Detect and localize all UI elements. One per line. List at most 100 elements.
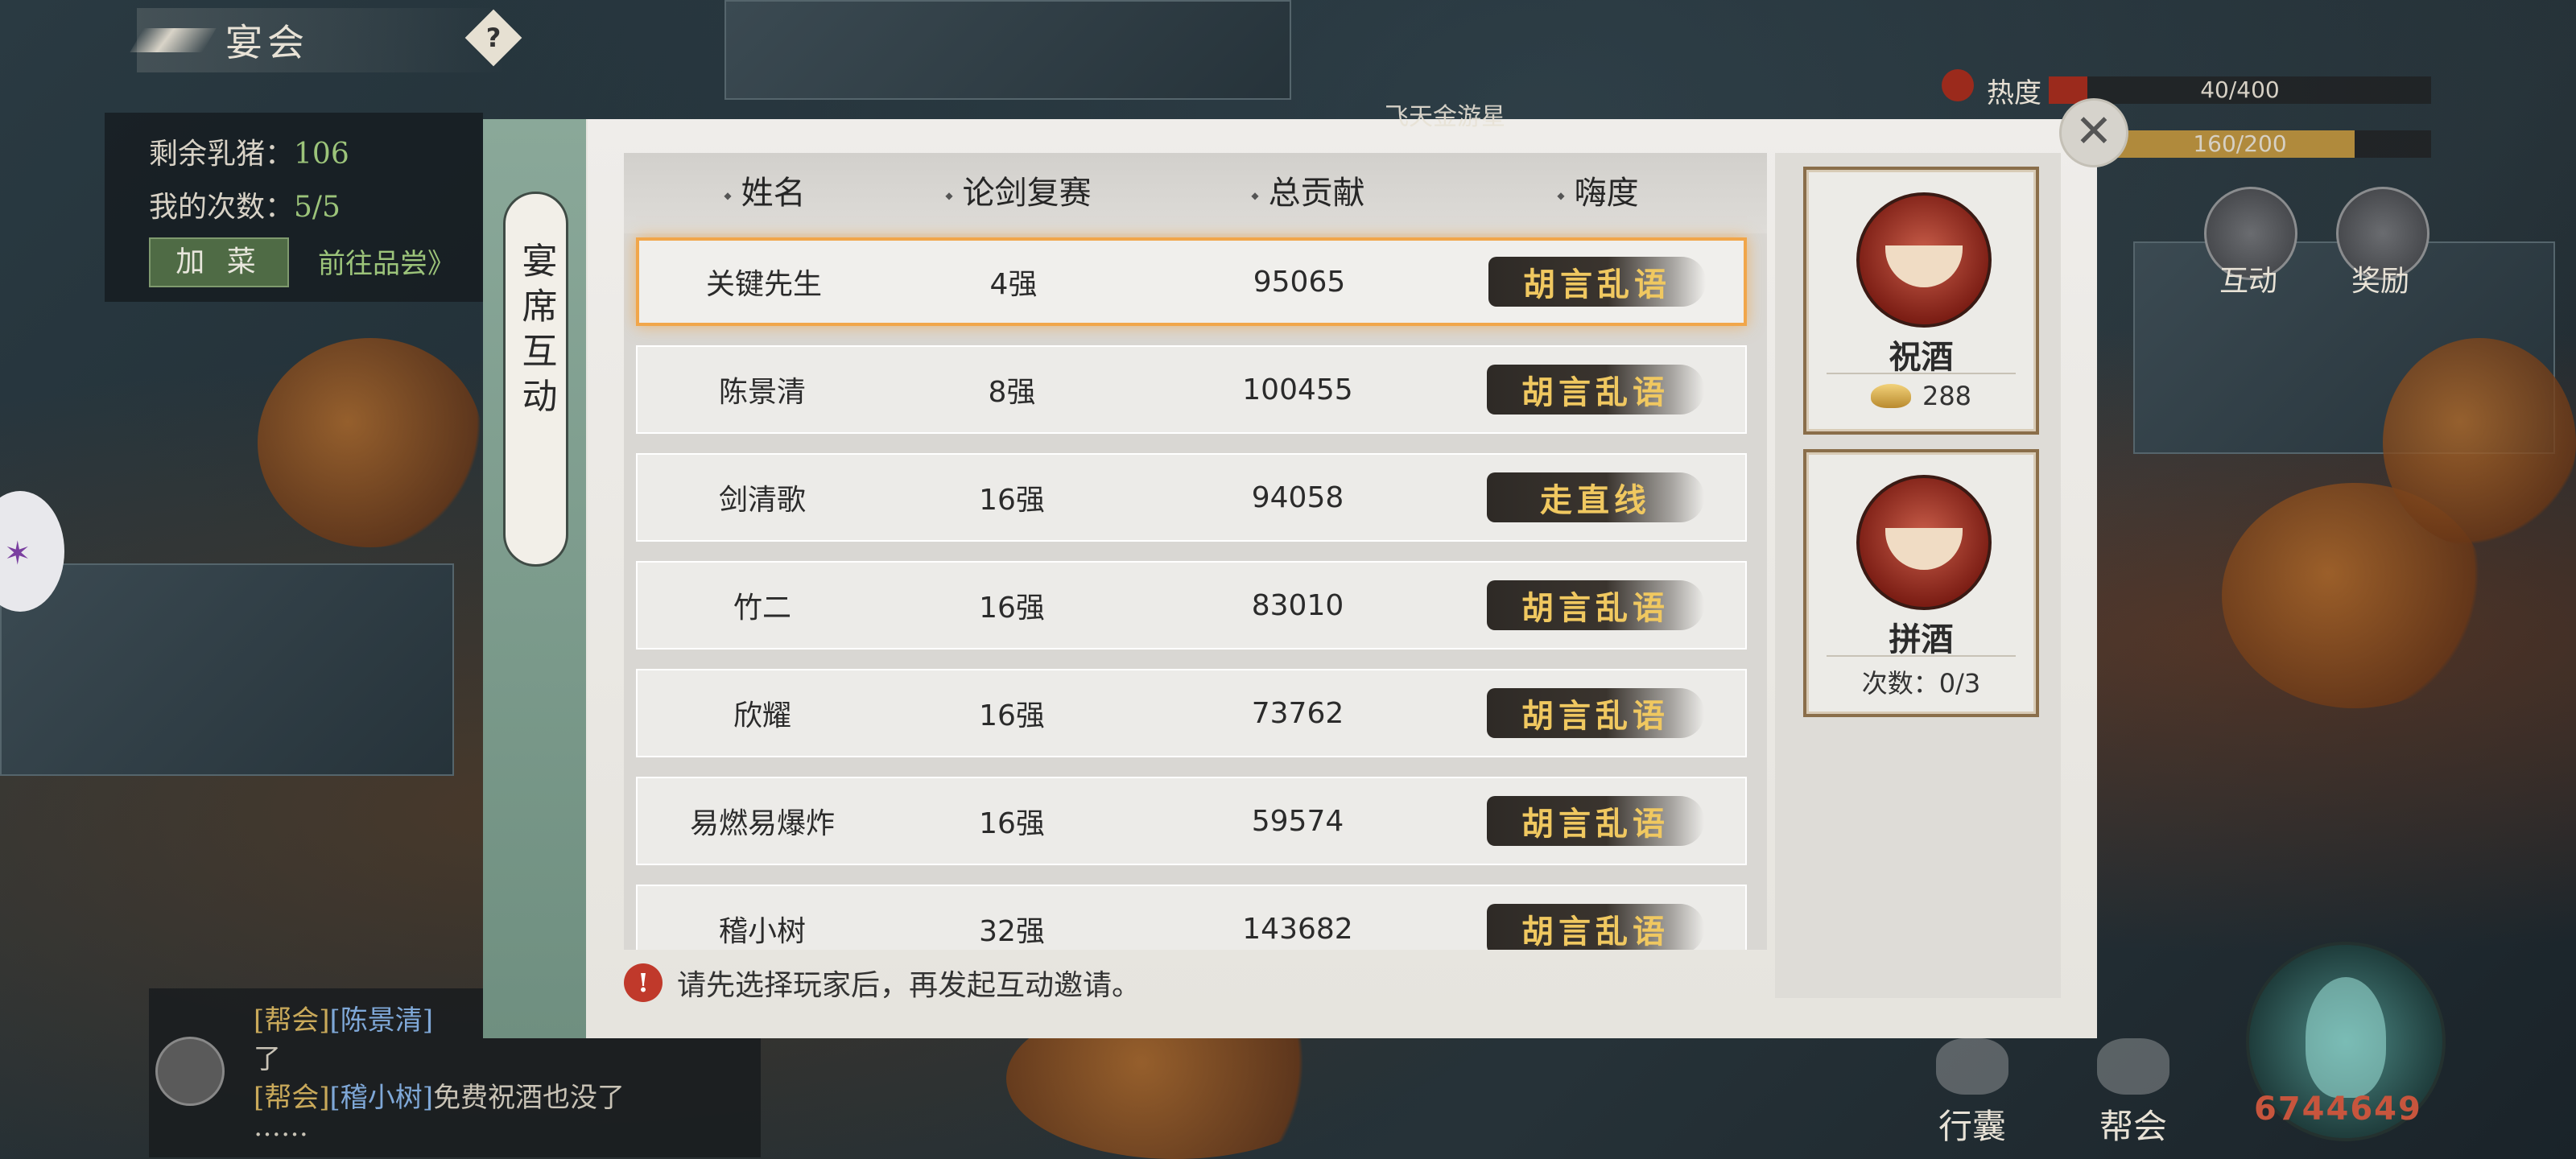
table-row[interactable]: 竹二 16强 83010 胡言乱语 xyxy=(636,561,1747,650)
hype-tag: 胡言乱语 xyxy=(1475,886,1716,950)
warning-icon: ! xyxy=(624,963,663,1002)
guild-button[interactable]: 帮会 xyxy=(2081,1038,2186,1149)
tab-label: 宴席互动 xyxy=(515,242,557,423)
notice-text: 请先选择玩家后，再发起互动邀请。 xyxy=(677,969,1141,1002)
bag-button[interactable]: 行囊 xyxy=(1920,1038,2025,1149)
header-name: 姓名 xyxy=(672,153,857,233)
bag-label: 行囊 xyxy=(1938,1107,2006,1146)
flame-icon xyxy=(1942,69,1974,101)
player-name: 竹二 xyxy=(733,592,791,625)
hype-tag-label: 胡言乱语 xyxy=(1487,796,1704,846)
table-row[interactable]: 易燃易爆炸 16强 59574 胡言乱语 xyxy=(636,777,1747,865)
player-rank: 4强 xyxy=(989,268,1038,301)
action-column: 祝酒 288 拼酒 次数：0/3 xyxy=(1775,153,2061,998)
hype-tag-label: 胡言乱语 xyxy=(1487,580,1704,630)
player-rank: 16强 xyxy=(979,699,1045,732)
chat-channel-tag: [帮会] xyxy=(254,1004,330,1037)
hype-tag: 胡言乱语 xyxy=(1475,347,1716,432)
player-rank: 32强 xyxy=(979,915,1045,948)
tab-banquet-interact[interactable]: 宴席互动 xyxy=(503,192,568,567)
player-name: 关键先生 xyxy=(705,268,822,301)
player-name: 稽小树 xyxy=(718,915,806,948)
heat-label: 热度 xyxy=(1987,77,2041,109)
scene-title-bar: 宴会 xyxy=(130,8,507,72)
player-name: 陈景清 xyxy=(718,376,806,409)
gold-ingot-icon xyxy=(1870,384,1911,408)
player-contribution: 73762 xyxy=(1251,696,1344,730)
player-contribution: 59574 xyxy=(1251,804,1344,838)
divider xyxy=(1827,373,2016,374)
player-name: 欣耀 xyxy=(733,699,791,732)
piglet-row: 剩余乳猪：106 xyxy=(149,130,349,172)
meditation-figure-icon xyxy=(2306,977,2386,1098)
hype-tag: 胡言乱语 xyxy=(1476,241,1718,323)
toast-cost: 288 xyxy=(1806,381,2036,411)
guild-label: 帮会 xyxy=(2099,1107,2167,1146)
hype-tag-label: 胡言乱语 xyxy=(1487,688,1704,738)
header-hype: 嗨度 xyxy=(1477,153,1719,233)
hype-tag: 胡言乱语 xyxy=(1475,563,1716,648)
table-header: 姓名 论剑复赛 总贡献 嗨度 xyxy=(624,153,1767,233)
help-icon[interactable]: ? xyxy=(464,9,522,67)
player-name: 易燃易爆炸 xyxy=(689,807,835,840)
player-contribution: 94058 xyxy=(1251,481,1344,514)
drink-contest-icon xyxy=(1856,475,1992,610)
piglet-value: 106 xyxy=(294,138,349,171)
add-dish-button[interactable]: 加 菜 xyxy=(149,237,289,287)
player-rank: 16强 xyxy=(979,484,1045,517)
table-row[interactable]: 稽小树 32强 143682 胡言乱语 xyxy=(636,885,1747,950)
player-table: 姓名 论剑复赛 总贡献 嗨度 关键先生4强95065胡言乱语陈景清8强10045… xyxy=(624,153,1767,950)
toast-cost-value: 288 xyxy=(1922,381,1972,411)
toast-action-card[interactable]: 祝酒 288 xyxy=(1803,167,2039,435)
table-row[interactable]: 剑清歌 16强 94058 走直线 xyxy=(636,453,1747,542)
player-contribution: 95065 xyxy=(1253,265,1346,299)
chat-sender[interactable]: [陈景清] xyxy=(330,1004,434,1037)
divider xyxy=(1827,655,2016,657)
drink-contest-action-card[interactable]: 拼酒 次数：0/3 xyxy=(1803,449,2039,717)
chat-message: 免费祝酒也没了 xyxy=(433,1082,625,1114)
player-rank: 8强 xyxy=(988,376,1036,409)
chat-line: [帮会][陈景清] xyxy=(254,998,433,1037)
player-contribution: 83010 xyxy=(1251,588,1344,622)
notice: ! 请先选择玩家后，再发起互动邀请。 xyxy=(624,962,1141,1004)
flag-icon xyxy=(2097,1038,2169,1095)
hype-tag: 胡言乱语 xyxy=(1475,778,1716,864)
bag-icon xyxy=(1936,1038,2008,1095)
header-contribution: 总贡献 xyxy=(1179,153,1437,233)
go-taste-link[interactable]: 前往品尝》 xyxy=(318,241,455,281)
faint-title: 飞天金游星 xyxy=(1385,103,1505,131)
player-contribution: 100455 xyxy=(1242,373,1353,406)
times-label: 我的次数： xyxy=(149,191,295,224)
hype-tag: 走直线 xyxy=(1475,455,1716,540)
hype-tag: 胡言乱语 xyxy=(1475,670,1716,756)
hype-tag-label: 胡言乱语 xyxy=(1487,904,1704,950)
header-rank: 论剑复赛 xyxy=(898,153,1139,233)
table-row[interactable]: 陈景清 8强 100455 胡言乱语 xyxy=(636,345,1747,434)
table-row[interactable]: 关键先生 4强 95065 胡言乱语 xyxy=(636,237,1747,326)
close-button[interactable]: ✕ xyxy=(2059,98,2128,167)
hype-tag-label: 胡言乱语 xyxy=(1487,365,1704,415)
help-glyph: ? xyxy=(485,23,502,53)
chat-channel-tag: [帮会] xyxy=(254,1082,330,1114)
player-rank: 16强 xyxy=(979,592,1045,625)
toast-title: 祝酒 xyxy=(1889,338,1954,376)
chat-line: 了 xyxy=(254,1043,281,1075)
menu-icon: ✶ xyxy=(4,535,31,572)
times-row: 我的次数：5/5 xyxy=(149,184,341,225)
scene-roof xyxy=(0,563,454,776)
drink-contest-title: 拼酒 xyxy=(1889,621,1954,658)
combat-power: 6744649 xyxy=(2254,1091,2422,1128)
chat-line: [帮会][稽小树]免费祝酒也没了 xyxy=(254,1075,625,1115)
scene-roof xyxy=(724,0,1291,100)
brush-stroke-icon xyxy=(130,28,217,52)
chat-sender[interactable]: [稽小树] xyxy=(330,1082,434,1114)
scene-tree xyxy=(2383,338,2576,547)
avatar xyxy=(155,1037,225,1106)
drink-contest-count: 次数：0/3 xyxy=(1861,668,1981,699)
player-rank: 16强 xyxy=(979,807,1045,840)
wine-bowl-icon xyxy=(1856,192,1992,328)
reward-label: 奖励 xyxy=(2351,265,2409,298)
scene-title: 宴会 xyxy=(225,21,309,64)
table-row[interactable]: 欣耀 16强 73762 胡言乱语 xyxy=(636,669,1747,757)
interact-label: 互动 xyxy=(2219,265,2277,298)
